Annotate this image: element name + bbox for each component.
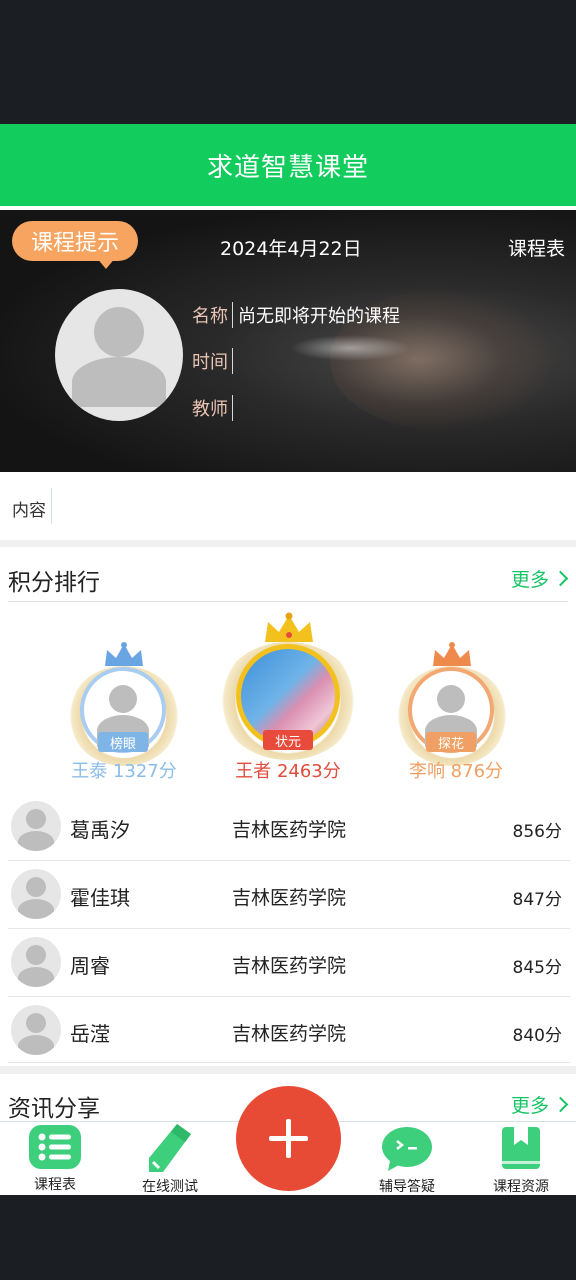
- rank-tag: 榜眼: [98, 732, 148, 752]
- podium-first[interactable]: 状元: [218, 612, 358, 760]
- avatar-head-icon: [94, 307, 144, 357]
- content-divider: [51, 488, 52, 524]
- avatar-body-icon: [72, 357, 166, 407]
- tab-schedule[interactable]: 课程表: [20, 1122, 90, 1196]
- course-teacher-row: 教师: [192, 395, 238, 421]
- course-name-row: 名称 尚无即将开始的课程: [192, 302, 400, 328]
- row-divider: [8, 1062, 570, 1063]
- course-date: 2024年4月22日: [220, 238, 362, 260]
- row-name: 周睿: [70, 954, 110, 978]
- row-score: 845分: [512, 958, 562, 978]
- tab-online-test[interactable]: 在线测试: [135, 1122, 205, 1196]
- section-gap: [0, 1066, 576, 1074]
- crown-icon: [265, 612, 313, 642]
- row-school: 吉林医药学院: [232, 887, 347, 909]
- tab-online-test-label: 在线测试: [142, 1179, 198, 1195]
- course-teacher-key: 教师: [192, 395, 233, 421]
- ranking-divider: [8, 601, 568, 602]
- course-tip-badge: 课程提示: [12, 221, 138, 261]
- avatar-body-icon: [18, 899, 54, 919]
- system-nav-area: [0, 1195, 576, 1280]
- row-score: 840分: [512, 1026, 562, 1046]
- podium-third-name: 李响 876分: [408, 761, 504, 782]
- table-row[interactable]: 周睿 吉林医药学院 845分: [0, 929, 576, 997]
- tab-course-resources[interactable]: 课程资源: [486, 1122, 556, 1196]
- avatar-head-icon: [26, 877, 46, 897]
- avatar-head-icon: [26, 809, 46, 829]
- ranking-more-link[interactable]: 更多: [510, 565, 569, 592]
- course-time-row: 时间: [192, 348, 238, 374]
- news-title: 资讯分享: [8, 1096, 100, 1122]
- rank-tag: 状元: [263, 730, 313, 750]
- table-row[interactable]: 霍佳琪 吉林医药学院 847分: [0, 861, 576, 929]
- podium-second-name: 王泰 1327分: [71, 761, 177, 782]
- row-score: 847分: [512, 890, 562, 910]
- avatar-body-icon: [18, 1035, 54, 1055]
- course-name-key: 名称: [192, 302, 233, 328]
- row-name: 霍佳琪: [70, 886, 130, 910]
- row-school: 吉林医药学院: [232, 819, 347, 841]
- course-time-key: 时间: [192, 348, 233, 374]
- status-bar: [0, 0, 576, 124]
- ranking-more-label: 更多: [510, 569, 549, 591]
- news-more-link[interactable]: 更多: [510, 1091, 569, 1118]
- add-button[interactable]: [236, 1086, 341, 1191]
- avatar: [11, 1005, 61, 1055]
- plus-icon-vertical: [286, 1119, 291, 1158]
- table-row[interactable]: 岳滢 吉林医药学院 840分: [0, 997, 576, 1065]
- course-name-value: 尚无即将开始的课程: [238, 306, 400, 327]
- tab-tutoring[interactable]: 辅导答疑: [372, 1122, 442, 1196]
- avatar: [11, 801, 61, 851]
- content-label: 内容: [12, 501, 46, 521]
- app-title: 求道智慧课堂: [206, 152, 369, 183]
- bookmark-icon: [502, 1127, 540, 1169]
- teacher-avatar: [55, 289, 183, 421]
- chat-icon: [382, 1127, 432, 1171]
- avatar-body-icon: [18, 967, 54, 987]
- avatar-head-icon: [109, 685, 137, 713]
- avatar: [11, 937, 61, 987]
- content-bar: [0, 472, 576, 540]
- podium-third[interactable]: 探花: [396, 640, 508, 766]
- tab-schedule-label: 课程表: [34, 1177, 76, 1193]
- news-more-label: 更多: [510, 1095, 549, 1117]
- crown-icon: [105, 642, 143, 666]
- row-school: 吉林医药学院: [232, 955, 347, 977]
- rank-tag: 探花: [426, 732, 476, 752]
- ranking-title: 积分排行: [8, 570, 100, 596]
- table-row[interactable]: 葛禹汐 吉林医药学院 856分: [0, 793, 576, 861]
- app-header: 求道智慧课堂: [0, 124, 576, 206]
- avatar-head-icon: [26, 1013, 46, 1033]
- tab-course-resources-label: 课程资源: [493, 1179, 549, 1195]
- row-school: 吉林医药学院: [232, 1023, 347, 1045]
- background-chalk-image: [290, 335, 410, 361]
- chevron-right-icon: [552, 1096, 569, 1113]
- row-score: 856分: [512, 822, 562, 842]
- row-name: 葛禹汐: [70, 818, 130, 842]
- avatar-body-icon: [18, 831, 54, 851]
- course-tip-badge-tail: [96, 257, 116, 269]
- podium-second[interactable]: 榜眼: [68, 640, 180, 766]
- avatar-head-icon: [437, 685, 465, 713]
- row-name: 岳滢: [70, 1022, 110, 1046]
- chevron-right-icon: [552, 570, 569, 587]
- avatar: [11, 869, 61, 919]
- avatar-head-icon: [26, 945, 46, 965]
- list-icon: [29, 1125, 81, 1169]
- pencil-icon: [149, 1124, 191, 1172]
- crown-icon: [433, 642, 471, 666]
- section-gap: [0, 540, 576, 547]
- tab-tutoring-label: 辅导答疑: [379, 1179, 435, 1195]
- podium-first-name: 王者 2463分: [235, 761, 341, 782]
- schedule-link[interactable]: 课程表: [508, 234, 565, 261]
